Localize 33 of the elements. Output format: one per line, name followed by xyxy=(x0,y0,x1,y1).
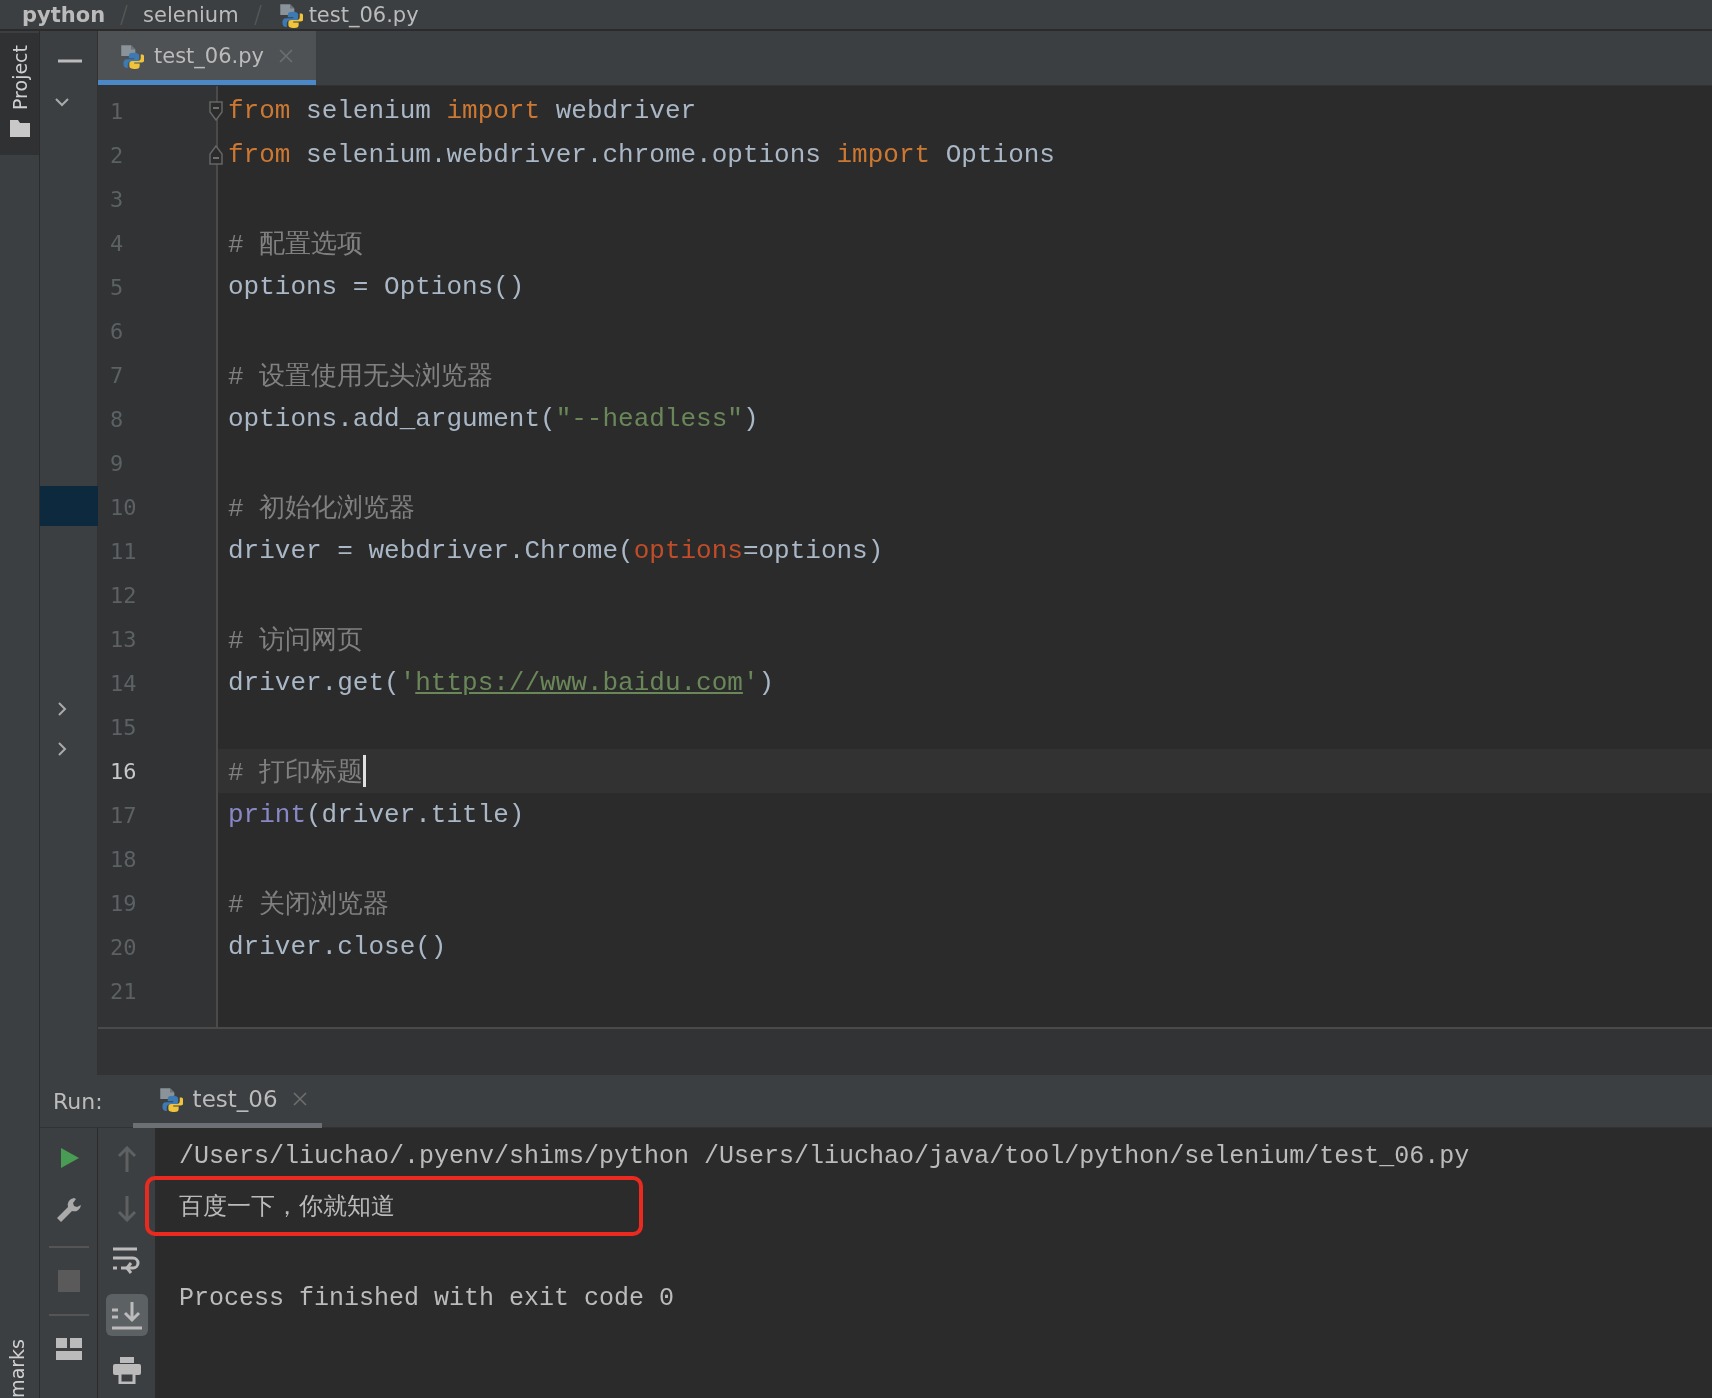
run-tab[interactable]: test_06 xyxy=(132,1074,322,1128)
scroll-to-end-icon[interactable] xyxy=(105,1294,148,1336)
code-line: print(driver.title) xyxy=(228,800,525,830)
breadcrumb-separator-icon xyxy=(119,2,130,27)
run-label: Run: xyxy=(52,1088,104,1114)
code-line: # 关闭浏览器 xyxy=(228,888,390,921)
code-line: from selenium import webdriver xyxy=(228,96,697,126)
code-line: # 访问网页 xyxy=(228,624,364,657)
code-line: # 配置选项 xyxy=(228,228,364,261)
line-number: 16 xyxy=(109,757,138,786)
code-line: # 初始化浏览器 xyxy=(228,492,416,525)
folder-icon xyxy=(9,120,30,137)
code-line: driver = webdriver.Chrome(options=options) xyxy=(228,536,884,566)
fold-icon[interactable] xyxy=(208,100,224,122)
code-line: # 设置使用无头浏览器 xyxy=(228,360,494,393)
project-tool-button[interactable]: Project xyxy=(0,33,39,155)
fold-icon[interactable] xyxy=(208,144,224,166)
bookmarks-tool-button[interactable]: marks xyxy=(0,1339,39,1398)
breadcrumb-item[interactable]: test_06.py xyxy=(276,1,419,28)
code-line: driver.get('https://www.baidu.com') xyxy=(228,668,775,698)
code-line: from selenium.webdriver.chrome.options import Options xyxy=(228,140,1055,170)
console-line: /Users/liuchao/.pyenv/shims/python /Users/liuchao/java/tool/python/selenium/test_06.py xyxy=(179,1141,1470,1171)
code-line: # 打印标题 xyxy=(228,756,364,789)
console-line: Process finished with exit code 0 xyxy=(179,1283,675,1313)
code-line: options = Options() xyxy=(228,272,525,302)
breadcrumb-separator-icon xyxy=(252,2,263,27)
python-file-icon xyxy=(118,42,144,69)
console-line: 百度一下，你就知道 xyxy=(179,1191,395,1222)
code-line: options.add_argument("--headless") xyxy=(228,404,759,434)
breadcrumb-item[interactable]: selenium xyxy=(143,3,239,26)
code-line: driver.close() xyxy=(228,932,447,962)
editor-tab[interactable]: test_06.py xyxy=(98,31,316,85)
breadcrumb-item[interactable]: python xyxy=(22,3,106,26)
